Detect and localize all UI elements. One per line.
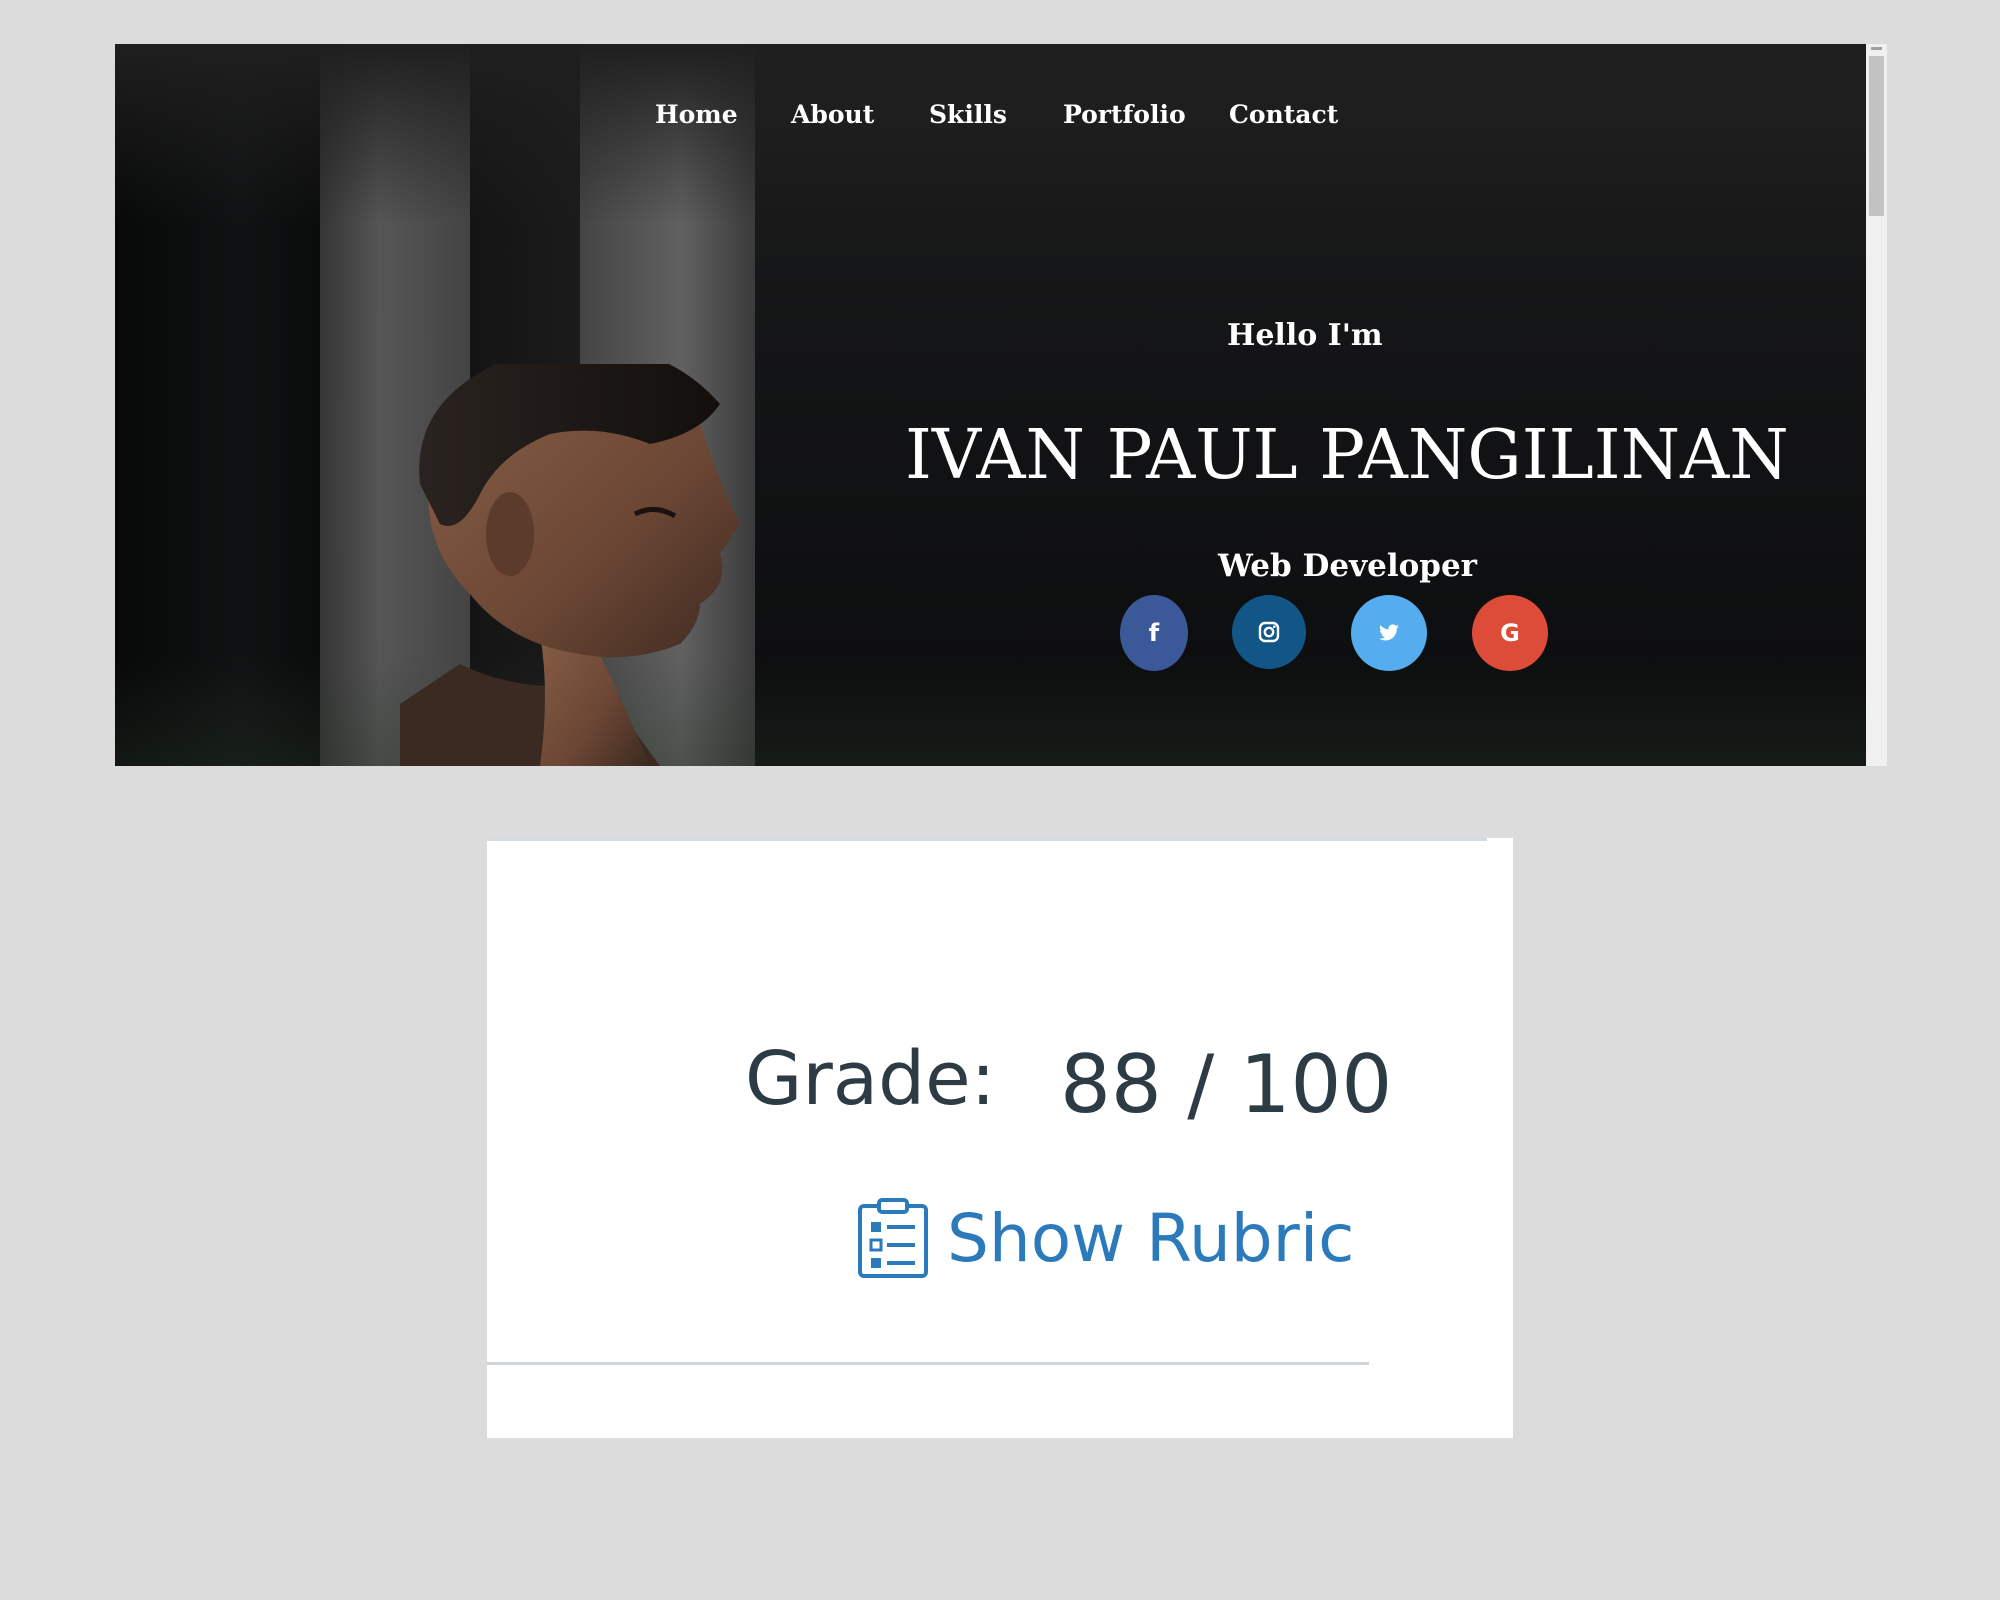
portfolio-hero: Home About Skills Portfolio Contact Hell… [115, 44, 1887, 766]
scrollbar-thumb[interactable] [1869, 56, 1884, 216]
grade-label: Grade: [745, 1036, 996, 1122]
background-shrubs [115, 656, 1887, 766]
nav-contact[interactable]: Contact [1229, 100, 1338, 129]
hero-name: IVAN PAUL PANGILINAN [905, 416, 1789, 495]
instagram-icon [1258, 621, 1280, 643]
nav-about[interactable]: About [791, 100, 874, 129]
portrait-photo [400, 364, 740, 766]
nav-home[interactable]: Home [655, 100, 738, 129]
show-rubric-link[interactable]: Show Rubric [857, 1198, 1354, 1278]
rubric-clipboard-icon [858, 1198, 928, 1278]
show-rubric-label: Show Rubric [947, 1199, 1355, 1277]
scrollbar[interactable] [1866, 44, 1887, 766]
scroll-up-arrow-icon[interactable] [1871, 47, 1882, 50]
instagram-button[interactable] [1232, 595, 1306, 669]
nav-skills[interactable]: Skills [929, 100, 1007, 129]
google-icon: G [1500, 619, 1520, 647]
nav-portfolio[interactable]: Portfolio [1063, 100, 1186, 129]
facebook-button[interactable]: f [1120, 595, 1188, 671]
google-button[interactable]: G [1472, 595, 1548, 671]
twitter-icon [1379, 624, 1399, 641]
hero-role: Web Developer [1218, 548, 1478, 584]
grade-value: 88 / 100 [1060, 1038, 1393, 1131]
background-top-band [115, 44, 1887, 224]
grade-card: Grade: 88 / 100 Show Rubric [487, 838, 1513, 1438]
divider [487, 838, 1487, 841]
facebook-icon: f [1148, 619, 1160, 647]
twitter-button[interactable] [1351, 595, 1427, 671]
hero-greeting: Hello I'm [1227, 318, 1383, 353]
divider [487, 1362, 1369, 1365]
